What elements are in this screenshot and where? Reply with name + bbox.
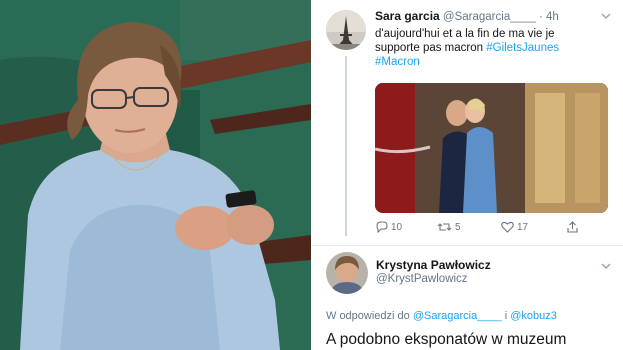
share-action[interactable] bbox=[567, 221, 581, 233]
hashtag-macron[interactable]: #Macron bbox=[375, 56, 420, 68]
tweet1-author-handle[interactable]: @Saragarcia____ bbox=[443, 11, 536, 23]
share-icon bbox=[567, 221, 578, 233]
reply-icon bbox=[376, 221, 388, 233]
like-count: 17 bbox=[517, 221, 529, 233]
tweet1-text: d'aujourd'hui et a la fin de ma vie je s… bbox=[375, 27, 615, 69]
reply-count: 10 bbox=[391, 221, 403, 233]
photo-illustration bbox=[0, 0, 311, 350]
eiffel-tower-avatar-image bbox=[326, 10, 366, 50]
tweet1-author-name[interactable]: Sara garcia bbox=[375, 9, 440, 23]
krystyna-avatar-image bbox=[326, 252, 368, 294]
tweet2-reply-context: W odpowiedzi do @Saragarcia____ i @kobuz… bbox=[326, 310, 557, 322]
reply-prefix: W odpowiedzi do bbox=[326, 310, 413, 322]
tweet1-text-plain: supporte pas macron bbox=[375, 42, 487, 54]
tweet2-text: A podobno eksponatów w muzeum bbox=[326, 331, 567, 348]
tweet1-text-line3: #Macron bbox=[375, 55, 615, 69]
tweet-divider bbox=[311, 245, 623, 246]
photo-couple-kiss bbox=[375, 83, 608, 213]
reply-user-saragarcia[interactable]: @Saragarcia____ bbox=[413, 310, 502, 322]
reply-user-kobuz3[interactable]: @kobuz3 bbox=[510, 310, 557, 322]
tweet1-attached-image[interactable] bbox=[375, 83, 608, 213]
tweet1-text-line1: d'aujourd'hui et a la fin de ma vie je bbox=[375, 28, 555, 40]
tweet1-time[interactable]: · 4h bbox=[539, 11, 559, 23]
chevron-down-icon[interactable] bbox=[601, 12, 611, 23]
tweet1-text-line2: supporte pas macron #GiletsJaunes bbox=[375, 41, 615, 55]
retweet-icon bbox=[437, 223, 452, 231]
retweet-count: 5 bbox=[455, 221, 461, 233]
tweet-thread: Sara garcia @Saragarcia____ · 4h d'aujou… bbox=[311, 0, 623, 350]
avatar-krystyna[interactable] bbox=[326, 252, 368, 294]
tweet2-author-name[interactable]: Krystyna Pawłowicz bbox=[376, 258, 491, 272]
retweet-action[interactable]: 5 bbox=[437, 221, 461, 233]
like-action[interactable]: 17 bbox=[501, 221, 528, 233]
chevron-down-icon[interactable] bbox=[601, 262, 611, 273]
thread-connector-line bbox=[345, 56, 347, 236]
photo-woman-with-phone bbox=[0, 0, 311, 350]
avatar-sara[interactable] bbox=[326, 10, 366, 50]
collage: Sara garcia @Saragarcia____ · 4h d'aujou… bbox=[0, 0, 623, 350]
reply-action[interactable]: 10 bbox=[375, 221, 402, 233]
tweet1-header: Sara garcia @Saragarcia____ · 4h bbox=[375, 9, 559, 23]
like-icon bbox=[501, 221, 514, 233]
hashtag-giletsjaunes[interactable]: #GiletsJaunes bbox=[486, 42, 559, 54]
tweet2-header: Krystyna Pawłowicz @KrystPawlowicz bbox=[376, 258, 491, 285]
tweet1-actions: 10 5 17 bbox=[375, 221, 615, 237]
tweet2-author-handle[interactable]: @KrystPawlowicz bbox=[376, 273, 491, 285]
reply-join: i bbox=[501, 310, 511, 322]
